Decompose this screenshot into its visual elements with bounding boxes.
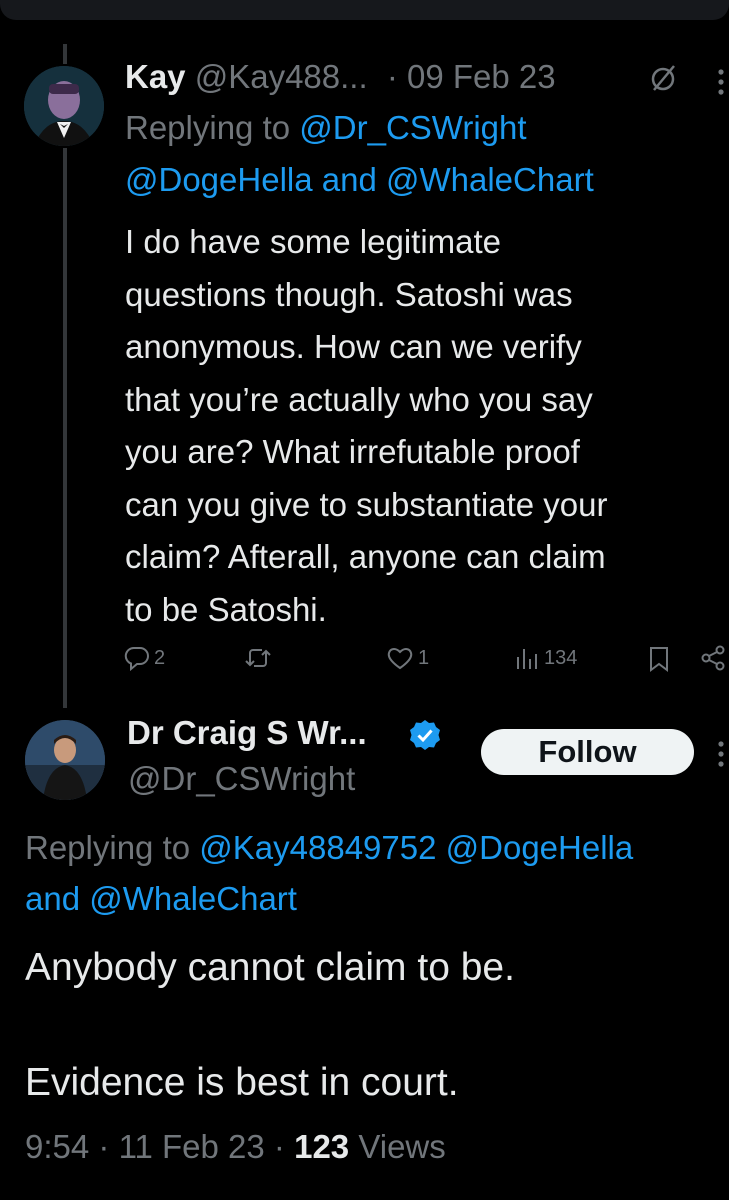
mention-link[interactable]: @WhaleChart xyxy=(386,161,594,198)
replying-to-label: Replying to xyxy=(125,109,291,146)
mention-link[interactable]: @Dr_CSWright xyxy=(299,109,526,146)
meta-separator: · xyxy=(273,1128,285,1165)
share-icon xyxy=(701,645,725,671)
thread-line xyxy=(63,148,67,708)
more-icon[interactable] xyxy=(716,68,726,103)
reply-line: I do have some legitimate xyxy=(125,223,502,260)
reply-line: anonymous. How can we verify xyxy=(125,328,582,365)
main-author-handle[interactable]: @Dr_CSWright xyxy=(128,760,355,798)
like-icon xyxy=(387,648,413,670)
reply-replying-to-cont: @DogeHella and @WhaleChart xyxy=(125,161,594,199)
bookmark-button[interactable] xyxy=(647,645,671,673)
reply-line: claim? Afterall, anyone can claim xyxy=(125,538,606,575)
more-icon[interactable] xyxy=(716,740,726,775)
reply-icon xyxy=(124,646,149,671)
mention-link[interactable]: @DogeHella xyxy=(446,829,634,866)
follow-button[interactable]: Follow xyxy=(481,729,694,775)
reply-body: I do have some legitimate questions thou… xyxy=(125,216,725,636)
main-views-count: 123 xyxy=(294,1128,350,1165)
mention-link[interactable]: @DogeHella xyxy=(125,161,313,198)
main-author-name[interactable]: Dr Craig S Wr... xyxy=(127,714,367,752)
main-text-line: Anybody cannot claim to be. xyxy=(25,946,515,989)
view-count: 134 xyxy=(544,646,578,669)
retweet-button[interactable] xyxy=(244,645,272,671)
verified-badge-icon xyxy=(408,718,442,752)
avatar-dr-cswright[interactable] xyxy=(25,720,105,800)
bookmark-icon xyxy=(650,647,668,672)
views-button[interactable]: 134 xyxy=(514,645,577,671)
like-count: 1 xyxy=(418,646,430,669)
reply-line: that you’re actually who you say xyxy=(125,380,593,418)
main-text-line: Evidence is best in court. xyxy=(25,1061,459,1104)
mention-link[interactable]: @Kay48849752 xyxy=(199,829,436,866)
retweet-icon xyxy=(245,649,271,667)
main-date[interactable]: 11 Feb 23 xyxy=(119,1128,265,1165)
like-button[interactable]: 1 xyxy=(386,645,429,671)
views-icon xyxy=(517,649,537,669)
reply-button[interactable]: 2 xyxy=(124,645,165,671)
reply-line: you are? What irrefutable proof xyxy=(125,433,580,470)
reply-author-handle[interactable]: @Kay488... xyxy=(195,58,368,95)
header-separator: · xyxy=(386,58,398,95)
reply-line: can you give to substantiate your xyxy=(125,485,608,523)
mention-and: and xyxy=(25,880,81,917)
mention-and: and xyxy=(321,161,377,198)
reply-author-name[interactable]: Kay xyxy=(125,58,186,95)
edited-icon xyxy=(648,60,678,99)
main-time[interactable]: 9:54 xyxy=(25,1128,89,1165)
main-views-label: Views xyxy=(358,1128,446,1165)
reply-line: questions though. Satoshi was xyxy=(125,275,573,313)
mention-link[interactable]: @WhaleChart xyxy=(89,880,297,917)
top-card-edge xyxy=(0,0,729,20)
main-replying-to-cont: and @WhaleChart xyxy=(25,880,297,918)
reply-header: Kay @Kay488... · 09 Feb 23 xyxy=(125,58,556,96)
share-button[interactable] xyxy=(700,645,728,671)
reply-action-bar: 2 1 134 xyxy=(0,645,729,679)
reply-date[interactable]: 09 Feb 23 xyxy=(407,58,556,95)
main-meta: 9:54 · 11 Feb 23 · 123 Views xyxy=(25,1128,446,1166)
reply-replying-to: Replying to @Dr_CSWright xyxy=(125,109,527,147)
avatar-kay[interactable] xyxy=(24,66,104,146)
meta-separator: · xyxy=(98,1128,110,1165)
replying-to-label: Replying to xyxy=(25,829,191,866)
main-replying-to: Replying to @Kay48849752 @DogeHella xyxy=(25,829,633,867)
thread-line-top xyxy=(63,44,67,64)
reply-line: to be Satoshi. xyxy=(125,590,327,628)
reply-count: 2 xyxy=(154,646,166,669)
